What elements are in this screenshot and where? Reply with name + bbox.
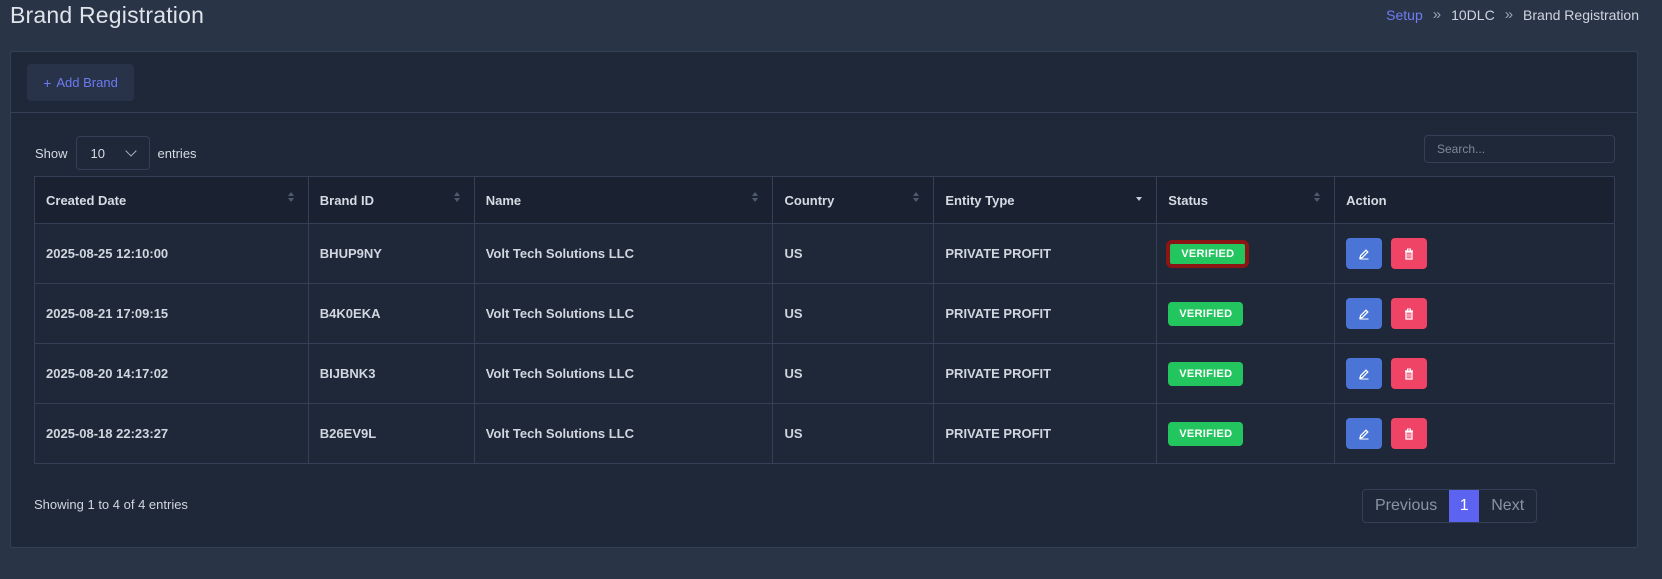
column-header-entity-type[interactable]: Entity Type — [933, 176, 1158, 224]
column-header-created-date[interactable]: Created Date — [34, 176, 309, 224]
plus-icon: + — [43, 74, 52, 91]
cell-action — [1334, 343, 1615, 404]
cell-created-date: 2025-08-25 12:10:00 — [34, 223, 309, 284]
cell-created-date: 2025-08-20 14:17:02 — [34, 343, 309, 404]
status-badge: VERIFIED — [1168, 421, 1244, 446]
trash-icon — [1404, 428, 1413, 440]
page-length-select[interactable]: 10 — [75, 136, 150, 170]
status-badge: VERIFIED — [1168, 301, 1244, 326]
breadcrumb-separator-icon: » — [1504, 6, 1514, 23]
page-title: Brand Registration — [10, 2, 205, 28]
breadcrumb-setup[interactable]: Setup — [1386, 7, 1423, 23]
cell-country: US — [772, 283, 935, 344]
cell-entity-type: PRIVATE PROFIT — [933, 343, 1158, 404]
breadcrumb: Setup » 10DLC » Brand Registration — [1386, 6, 1639, 23]
column-header-brand-id[interactable]: Brand ID — [307, 176, 475, 224]
cell-status: VERIFIED — [1156, 283, 1336, 344]
cell-name: Volt Tech Solutions LLC — [473, 403, 774, 464]
sort-desc-icon — [1136, 192, 1144, 206]
brand-card: + Add Brand Show 10 entries Created Date… — [10, 51, 1638, 548]
page-header: Brand Registration Setup » 10DLC » Brand… — [0, 0, 1662, 40]
pencil-icon — [1359, 428, 1369, 439]
cell-country: US — [772, 343, 935, 404]
cell-brand-id: B26EV9L — [307, 403, 475, 464]
edit-button[interactable] — [1346, 238, 1383, 269]
page-length-control: Show 10 entries — [35, 136, 197, 170]
delete-button[interactable] — [1390, 358, 1427, 389]
column-header-country[interactable]: Country — [772, 176, 935, 224]
cell-action — [1334, 283, 1615, 344]
edit-button[interactable] — [1346, 298, 1383, 329]
pagination: Previous 1 Next — [1362, 489, 1538, 523]
table-row: 2025-08-18 22:23:27 B26EV9L Volt Tech So… — [34, 403, 1615, 464]
trash-icon — [1404, 248, 1413, 260]
sort-icon — [913, 192, 921, 206]
cell-name: Volt Tech Solutions LLC — [473, 283, 774, 344]
sort-icon — [287, 192, 296, 206]
add-brand-button[interactable]: + Add Brand — [27, 64, 134, 101]
show-label: Show — [35, 145, 68, 161]
cell-entity-type: PRIVATE PROFIT — [933, 283, 1158, 344]
breadcrumb-separator-icon: » — [1432, 6, 1442, 23]
cell-entity-type: PRIVATE PROFIT — [933, 403, 1158, 464]
edit-button[interactable] — [1346, 418, 1383, 449]
page-button-1[interactable]: 1 — [1449, 490, 1480, 522]
delete-button[interactable] — [1390, 298, 1427, 329]
delete-button[interactable] — [1390, 418, 1427, 449]
chevron-down-icon — [124, 145, 137, 157]
cell-entity-type: PRIVATE PROFIT — [933, 223, 1158, 284]
cell-brand-id: BIJBNK3 — [307, 343, 475, 404]
cell-country: US — [772, 223, 935, 284]
breadcrumb-10dlc: 10DLC — [1451, 6, 1495, 23]
cell-country: US — [772, 403, 935, 464]
column-header-status[interactable]: Status — [1156, 176, 1336, 224]
entries-label: entries — [157, 145, 197, 161]
cell-brand-id: B4K0EKA — [307, 283, 475, 344]
add-brand-label: Add Brand — [56, 75, 118, 90]
page-length-value: 10 — [90, 145, 105, 161]
cell-status: VERIFIED — [1156, 403, 1336, 464]
status-badge: VERIFIED — [1168, 361, 1244, 386]
sort-icon — [1314, 192, 1322, 206]
table-row: 2025-08-25 12:10:00 BHUP9NY Volt Tech So… — [34, 223, 1615, 284]
cell-status: VERIFIED — [1156, 223, 1336, 284]
edit-button[interactable] — [1346, 358, 1383, 389]
cell-action — [1334, 403, 1615, 464]
table-info: Showing 1 to 4 of 4 entries — [34, 497, 188, 512]
cell-brand-id: BHUP9NY — [307, 223, 475, 284]
table-header-row: Created Date Brand ID Name Country Entit… — [34, 176, 1615, 224]
previous-page-button[interactable]: Previous — [1363, 490, 1449, 522]
cell-action — [1334, 223, 1615, 284]
table-row: 2025-08-21 17:09:15 B4K0EKA Volt Tech So… — [34, 283, 1615, 344]
sort-icon — [752, 192, 760, 206]
trash-icon — [1404, 308, 1413, 320]
brand-table: Created Date Brand ID Name Country Entit… — [34, 176, 1615, 464]
cell-created-date: 2025-08-18 22:23:27 — [34, 403, 309, 464]
status-badge: VERIFIED — [1166, 239, 1250, 268]
cell-name: Volt Tech Solutions LLC — [473, 343, 774, 404]
next-page-button[interactable]: Next — [1479, 490, 1536, 522]
table-row: 2025-08-20 14:17:02 BIJBNK3 Volt Tech So… — [34, 343, 1615, 404]
cell-created-date: 2025-08-21 17:09:15 — [34, 283, 309, 344]
trash-icon — [1404, 368, 1413, 380]
card-toolbar: + Add Brand — [11, 52, 1637, 113]
delete-button[interactable] — [1390, 238, 1427, 269]
breadcrumb-current: Brand Registration — [1523, 6, 1639, 23]
search-input[interactable] — [1424, 135, 1615, 163]
sort-icon — [453, 192, 462, 206]
pencil-icon — [1359, 368, 1369, 379]
column-header-action: Action — [1334, 176, 1615, 224]
column-header-name[interactable]: Name — [473, 176, 774, 224]
pencil-icon — [1359, 308, 1369, 319]
cell-name: Volt Tech Solutions LLC — [473, 223, 774, 284]
cell-status: VERIFIED — [1156, 343, 1336, 404]
pencil-icon — [1359, 248, 1369, 259]
